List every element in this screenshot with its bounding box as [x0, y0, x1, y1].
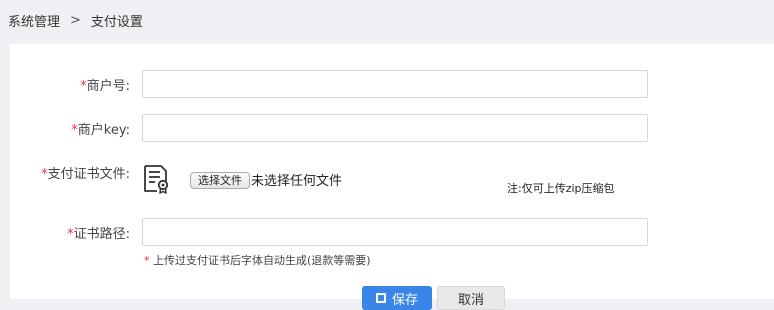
choose-file-button[interactable]: 选择文件 [190, 172, 250, 189]
payment-settings-form: *商户号: *商户key: *支付证书文件: 选择文件 未选择任何文件 注:仅可… [10, 44, 774, 310]
save-icon [375, 293, 386, 303]
merchant-key-label: *商户key: [71, 123, 130, 138]
save-button[interactable]: 保存 [362, 286, 432, 310]
cert-path-hint: * 上传过支付证书后字体自动生成(退款等需要) [144, 254, 371, 267]
certificate-file-icon [144, 165, 169, 194]
cancel-button[interactable]: 取消 [437, 286, 505, 310]
breadcrumb-current: 支付设置 [90, 14, 143, 30]
cert-path-input[interactable] [142, 218, 648, 246]
merchant-id-label: *商户号: [80, 79, 130, 94]
cert-path-label: *证书路径: [67, 227, 130, 242]
breadcrumb: 系统管理 > 支付设置 [0, 0, 774, 40]
file-status-text: 未选择任何文件 [251, 174, 343, 189]
upload-format-note: 注:仅可上传zip压缩包 [507, 182, 615, 195]
breadcrumb-separator: > [70, 12, 81, 28]
hint-required-mark: * [144, 254, 150, 267]
breadcrumb-parent[interactable]: 系统管理 [8, 11, 60, 30]
cert-file-label: *支付证书文件: [41, 167, 130, 182]
merchant-key-input[interactable] [142, 114, 648, 142]
merchant-id-input[interactable] [142, 70, 648, 98]
